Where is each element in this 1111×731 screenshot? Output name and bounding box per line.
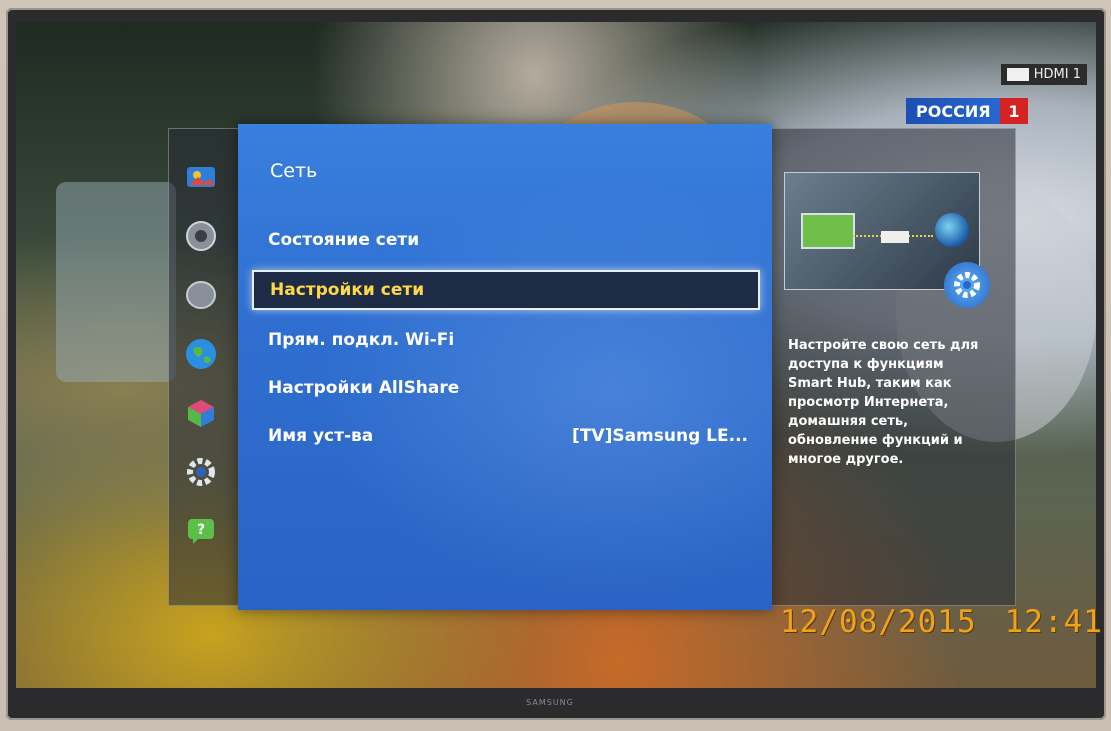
menu-item-network-status[interactable]: Состояние сети	[252, 220, 760, 260]
menu-item-label: Состояние сети	[268, 230, 420, 250]
settings-badge-icon	[944, 262, 990, 308]
sidebar-item-system[interactable]	[184, 455, 218, 489]
router-illustration-icon	[881, 231, 909, 243]
tv-brand-logo: SAMSUNG	[526, 698, 574, 707]
hdmi-icon	[1006, 68, 1029, 81]
background-video-blob	[56, 182, 176, 382]
sidebar-item-picture[interactable]	[184, 160, 218, 194]
smart-hub-cube-icon	[188, 400, 214, 427]
menu-item-network-settings[interactable]: Настройки сети	[252, 270, 760, 310]
sidebar-item-network[interactable]	[184, 337, 218, 371]
menu-item-value: [TV]Samsung LE...	[572, 426, 748, 446]
settings-gear-icon	[187, 458, 215, 486]
picture-icon	[187, 167, 215, 187]
input-source-label: HDMI 1	[1033, 67, 1081, 82]
sidebar-item-support[interactable]: ?	[184, 514, 218, 548]
broadcast-icon	[186, 281, 216, 309]
settings-category-sidebar: ?	[178, 160, 228, 573]
menu-item-device-name[interactable]: Имя уст-ва [TV]Samsung LE...	[252, 416, 760, 456]
menu-item-label: Настройки AllShare	[268, 378, 460, 398]
svg-text:?: ?	[197, 522, 205, 538]
network-menu-panel: Сеть Состояние сети Настройки сети Прям.…	[238, 124, 772, 610]
tv-illustration-icon	[801, 213, 855, 249]
network-globe-icon	[186, 339, 216, 369]
menu-item-allshare-settings[interactable]: Настройки AllShare	[252, 368, 760, 408]
timestamp-date: 12/08/2015	[780, 604, 977, 640]
sound-icon	[186, 221, 216, 251]
menu-item-label: Имя уст-ва	[268, 426, 374, 446]
channel-logo-number: 1	[1000, 98, 1028, 124]
channel-logo-name: РОССИЯ	[916, 101, 991, 121]
menu-title: Сеть	[270, 160, 318, 182]
help-description: Настройте свою сеть для доступа к функци…	[788, 338, 979, 467]
input-source-badge: HDMI 1	[1000, 64, 1087, 85]
help-pane: Настройте свою сеть для доступа к функци…	[778, 168, 990, 598]
menu-item-label: Настройки сети	[270, 280, 425, 300]
sidebar-item-broadcast[interactable]	[184, 278, 218, 312]
menu-item-wifi-direct[interactable]: Прям. подкл. Wi-Fi	[252, 320, 760, 360]
timestamp-time: 12:41	[1004, 604, 1103, 640]
channel-logo: РОССИЯ 1	[906, 98, 1028, 124]
support-help-icon: ?	[188, 519, 214, 544]
menu-item-label: Прям. подкл. Wi-Fi	[268, 330, 455, 350]
sidebar-item-sound[interactable]	[184, 219, 218, 253]
camera-timestamp: 12/08/2015 12:41	[780, 604, 1103, 640]
sidebar-item-smart-hub[interactable]	[184, 396, 218, 430]
internet-globe-icon	[935, 213, 969, 247]
